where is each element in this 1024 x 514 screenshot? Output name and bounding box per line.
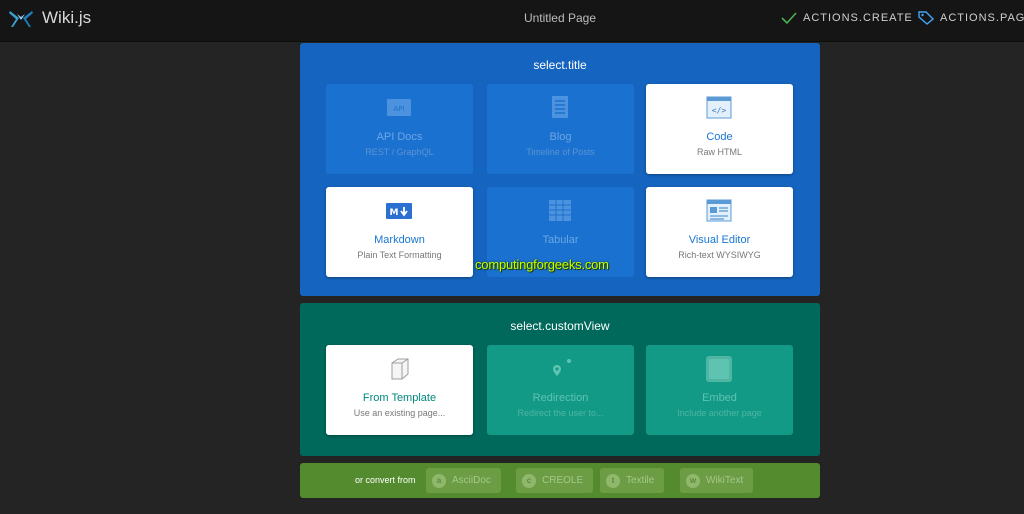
- editor-card-api-docs[interactable]: API API Docs REST / GraphQL: [326, 84, 473, 174]
- editor-card-blog[interactable]: Blog Timeline of Posts: [487, 84, 634, 174]
- convert-from-label: or convert from: [355, 475, 416, 485]
- convert-wikitext-button[interactable]: w WikiText: [680, 468, 754, 493]
- textile-icon: t: [606, 473, 620, 488]
- svg-text:M: M: [390, 208, 399, 218]
- chip-label: AsciiDoc: [452, 475, 491, 486]
- embed-icon: [706, 356, 732, 382]
- api-icon: API: [387, 99, 411, 116]
- check-icon: [781, 12, 797, 25]
- blog-icon: [552, 96, 568, 118]
- actions-create-label: ACTIONS.CREATE: [803, 12, 913, 24]
- card-subtitle: Raw HTML: [696, 147, 742, 157]
- convert-creole-button[interactable]: c CREOLE: [516, 468, 594, 493]
- custom-view-title: select.customView: [510, 319, 610, 333]
- svg-text:</>: </>: [712, 106, 727, 115]
- convert-asciidoc-button[interactable]: a AsciiDoc: [426, 468, 501, 493]
- card-subtitle: Include another page: [677, 408, 762, 418]
- chip-label: WikiText: [706, 475, 744, 486]
- visual-editor-icon: [706, 199, 732, 222]
- convert-textile-button[interactable]: t Textile: [600, 468, 665, 493]
- card-label: API Docs: [376, 131, 423, 143]
- chip-label: CREOLE: [542, 475, 584, 486]
- table-icon: [549, 200, 571, 221]
- card-label: Tabular: [542, 234, 579, 246]
- chip-label: Textile: [626, 475, 655, 486]
- card-label: Code: [706, 131, 733, 143]
- watermark-text: computingforgeeks.com: [475, 257, 609, 272]
- editor-card-code[interactable]: </> Code Raw HTML: [646, 84, 793, 174]
- wikitext-icon: w: [686, 473, 700, 488]
- creole-icon: c: [522, 473, 536, 488]
- card-label: Markdown: [374, 234, 425, 246]
- custom-card-redirection[interactable]: Redirection Redirect the user to...: [487, 345, 634, 435]
- cube-icon: [391, 358, 409, 380]
- code-icon: </>: [706, 96, 732, 119]
- editor-select-title: select.title: [533, 58, 587, 72]
- svg-text:API: API: [393, 105, 404, 113]
- asciidoc-icon: a: [432, 473, 446, 488]
- convert-from-bar: or convert from a AsciiDoc c CREOLE t Te…: [300, 463, 820, 498]
- custom-view-panel: select.customView From Template Use an e…: [300, 303, 820, 456]
- card-label: Visual Editor: [688, 234, 751, 246]
- editor-card-markdown[interactable]: M Markdown Plain Text Formatting: [326, 187, 473, 277]
- card-subtitle: Redirect the user to...: [517, 408, 604, 418]
- card-subtitle: Plain Text Formatting: [357, 250, 442, 260]
- actions-create-button[interactable]: ACTIONS.CREATE: [781, 11, 913, 25]
- card-label: Embed: [702, 392, 737, 404]
- markdown-icon: M: [386, 203, 412, 219]
- card-subtitle: Rich-text WYSIWYG: [678, 250, 761, 260]
- tag-icon: [918, 11, 934, 25]
- editor-card-visual-editor[interactable]: Visual Editor Rich-text WYSIWYG: [646, 187, 793, 277]
- card-subtitle: Timeline of Posts: [526, 147, 595, 157]
- card-label: From Template: [362, 392, 437, 404]
- top-app-bar: Wiki.js Untitled Page ACTIONS.CREATE ACT…: [0, 0, 1024, 42]
- card-subtitle: Use an existing page...: [353, 408, 446, 418]
- redirect-icon: [553, 359, 571, 376]
- card-label: Redirection: [532, 392, 589, 404]
- card-subtitle: REST / GraphQL: [365, 147, 434, 157]
- custom-card-from-template[interactable]: From Template Use an existing page...: [326, 345, 473, 435]
- custom-card-embed[interactable]: Embed Include another page: [646, 345, 793, 435]
- actions-page-label: ACTIONS.PAGE: [940, 12, 1024, 24]
- card-label: Blog: [549, 131, 572, 143]
- actions-page-button[interactable]: ACTIONS.PAGE: [918, 11, 1024, 25]
